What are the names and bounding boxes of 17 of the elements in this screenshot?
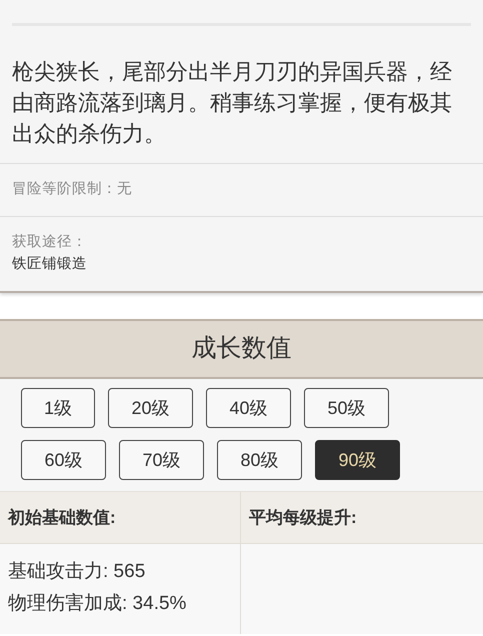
level-tab[interactable]: 80级 — [217, 440, 302, 480]
description-text: 枪尖狭长，尾部分出半月刀刃的异国兵器，经由商路流落到璃月。稍事练习掌握，便有极其出众的杀伤力。 — [11, 58, 453, 148]
table-header-cell: 平均每级提升: — [241, 492, 483, 544]
stat-text: 基础攻击力: 565 — [8, 560, 146, 584]
source-value: 铁匠铺锻造 — [12, 255, 88, 274]
source-label: 获取途径： — [12, 233, 88, 252]
level-tab[interactable]: 90级 — [315, 440, 400, 480]
level-tab[interactable]: 60级 — [21, 440, 106, 480]
level-tab[interactable]: 50级 — [304, 388, 389, 428]
level-tab[interactable]: 1级 — [21, 388, 95, 428]
level-tab[interactable]: 70级 — [119, 440, 204, 480]
level-tab[interactable]: 20级 — [108, 388, 193, 428]
section-title: 成长数值 — [192, 333, 292, 364]
rank-limit-text: 冒险等阶限制：无 — [12, 180, 132, 200]
table-header-cell: 初始基础数值: — [0, 492, 241, 544]
stat-text: 物理伤害加成: 34.5% — [8, 592, 188, 616]
level-tab[interactable]: 40级 — [206, 388, 291, 428]
